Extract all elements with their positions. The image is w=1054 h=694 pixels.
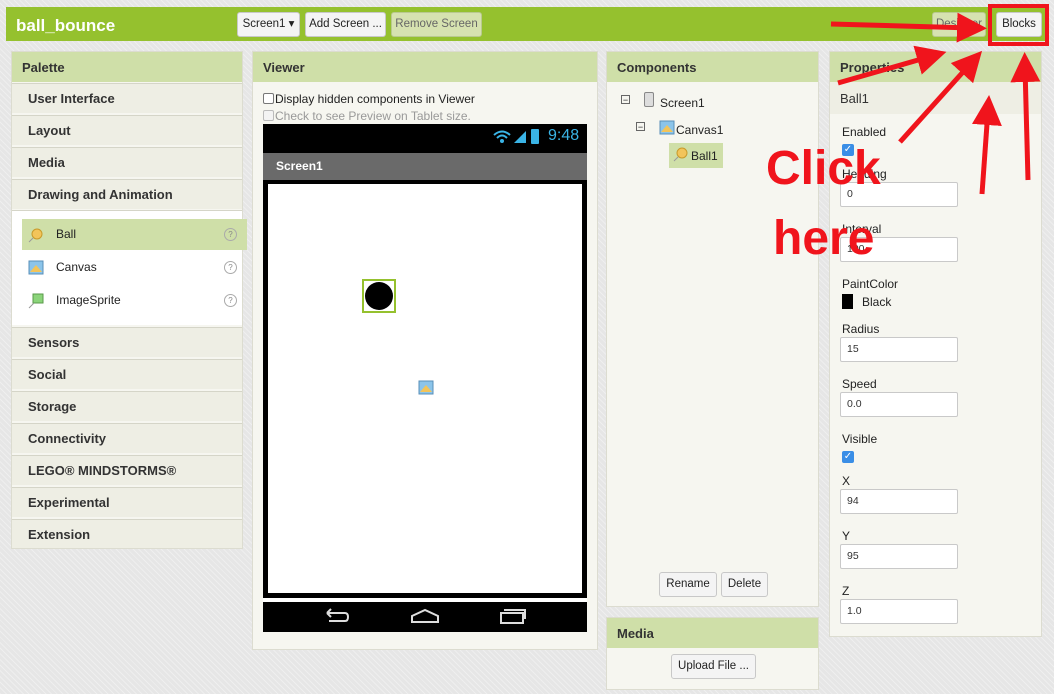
arrow-upward-2 <box>1010 52 1041 181</box>
arrow-to-blocks-horizontal <box>830 12 987 43</box>
arrow-to-properties-1 <box>837 45 947 86</box>
arrow-upward-1 <box>971 95 1002 195</box>
annotation-arrows <box>830 12 1041 195</box>
arrow-to-properties-2 <box>898 50 983 144</box>
